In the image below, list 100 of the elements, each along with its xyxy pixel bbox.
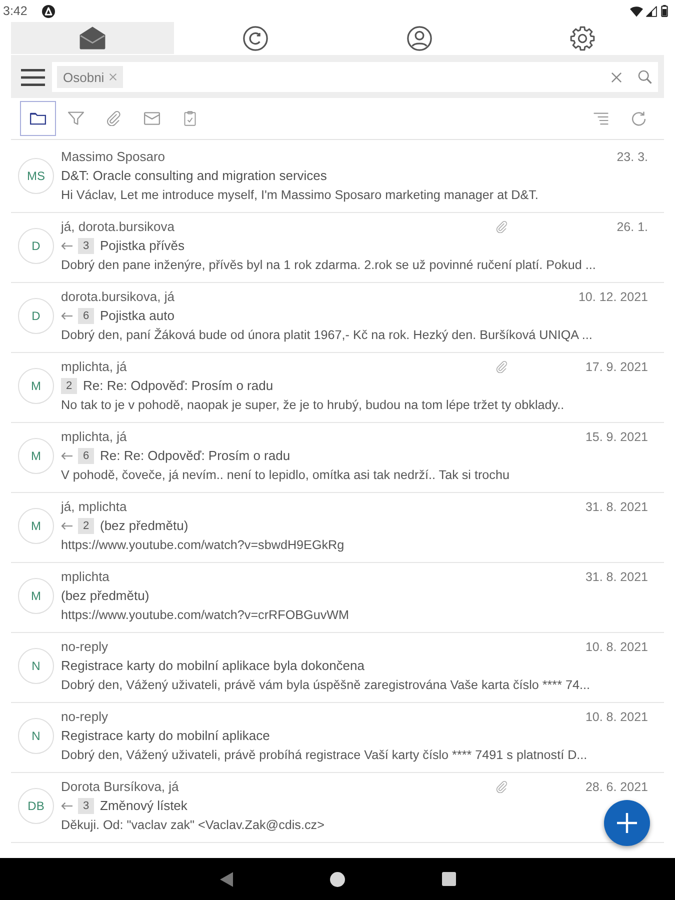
folder-icon [30,111,46,126]
status-time: 3:42 [3,4,28,18]
sender-avatar: N [18,648,54,684]
sender-avatar: MS [18,158,54,194]
message-subject: D&T: Oracle consulting and migration services [61,168,327,183]
sender-name: no-reply [61,709,108,724]
home-button[interactable] [330,872,344,886]
settings-icon [570,26,595,50]
sender-name: já, dorota.bursikova [61,219,174,234]
paperclip-icon [106,111,122,126]
sender-avatar: N [18,718,54,754]
folder-button[interactable] [20,101,56,136]
menu-icon [21,68,45,86]
search-icon [638,70,652,84]
message-preview: Děkuji. Od: "vaclav zak" <Vaclav.Zak@cdis.cz> [61,818,324,832]
message-subject: (bez předmětu) [100,518,188,533]
sender-avatar: D [18,228,54,264]
sender-avatar: M [18,438,54,474]
message-subject: Re: Re: Odpověď: Prosím o radu [83,378,274,393]
message-preview: Dobrý den, Vážený uživateli, právě vám byla úspěšně zaregistrována Vaše karta číslo **** 74... [61,678,590,692]
message-preview: V pohodě, čoveče, já nevím.. není to lepidlo, omítka asi tak nedrží.. Tak si trochu [61,468,510,482]
message-row[interactable]: D dorota.bursikova, já 10. 12. 2021 6 Pojistka auto Dobrý den, paní Žáková bude od února platit 1967,- Kč na rok. Hezký den. Buršíková UNIQA ... [11,283,664,353]
thread-count: 2 [78,518,94,534]
thread-count: 6 [78,308,94,324]
search-field[interactable]: Osobni [52,62,658,92]
recents-icon [442,872,456,886]
sender-avatar: M [18,508,54,544]
clear-button[interactable] [611,72,622,82]
home-icon [330,872,344,886]
message-preview: Dobrý den, Vážený uživateli, právě probíhá registrace Vaší karty číslo **** 7491 s platností D... [61,748,588,762]
refresh-icon [631,111,647,126]
message-date: 10. 8. 2021 [585,640,648,654]
message-preview: Dobrý den, paní Žáková bude od února platit 1967,- Kč na rok. Hezký den. Buršíková UNIQA ... [61,328,592,342]
message-date: 17. 9. 2021 [585,360,648,374]
signal-icon [646,6,657,16]
message-row[interactable]: M já, mplichta 31. 8. 2021 2 (bez předmětu) https://www.youtube.com/watch?v=sbwdH9EGkRg [11,493,664,563]
filter-chip[interactable]: Osobni [57,66,124,88]
envelope-icon [144,111,160,126]
sender-name: mplichta, já [61,359,127,374]
message-date: 31. 8. 2021 [585,500,648,514]
sender-avatar: M [18,578,54,614]
user-circle-icon [406,26,432,50]
back-button[interactable] [220,872,232,886]
message-preview: No tak to je v pohodě, naopak je super, že je to hrubý, budou na tom lépe tržet ty obklady.. [61,398,564,412]
message-row[interactable]: MS Massimo Sposaro 23. 3. D&T: Oracle consulting and migration services Hi Václav, Let me introduce myself, I'm Massimo Sposaro marketing manager at D&T. [11,143,664,213]
message-preview: https://www.youtube.com/watch?v=crRFOBGuvWM [61,608,349,622]
thread-count: 2 [61,378,77,394]
message-date: 15. 9. 2021 [585,430,648,444]
message-row[interactable]: N no-reply 10. 8. 2021 Registrace karty do mobilní aplikace byla dokončena Dobrý den, Vážený uživateli, právě vám byla úspěšně zaregistrována Vaše karta číslo **** 74... [11,633,664,703]
message-subject: Registrace karty do mobilní aplikace [61,728,270,743]
message-date: 23. 3. [616,150,648,164]
message-row[interactable]: M mplichta 31. 8. 2021 (bez předmětu) https://www.youtube.com/watch?v=crRFOBGuvWM [11,563,664,633]
close-icon [611,72,622,82]
filter-icon [68,111,84,126]
sort-icon [593,111,609,126]
message-preview: Dobrý den pane inženýre, přívěs byl na 1 rok zdarma. 2.rok se už povinné ručení platí. Pokud ... [61,258,596,272]
wifi-icon [630,6,643,16]
thread-count: 3 [78,238,94,254]
recents-button[interactable] [442,872,456,886]
message-row[interactable]: D já, dorota.bursikova 26. 1. 3 Pojistka přívěs Dobrý den pane inženýre, přívěs byl na 1 rok zdarma. 2.rok se už povinné ručení platí. Pokud ... [11,213,664,283]
sender-name: mplichta, já [61,429,127,444]
sender-avatar: DB [18,788,54,824]
back-icon [220,872,232,886]
message-date: 26. 1. [616,220,648,234]
thread-count: 3 [78,798,94,814]
message-preview: Hi Václav, Let me introduce myself, I'm Massimo Sposaro marketing manager at D&T. [61,188,538,202]
close-icon[interactable] [109,73,118,81]
thread-count: 6 [78,448,94,464]
sender-avatar: D [18,298,54,334]
message-date: 10. 12. 2021 [578,290,648,304]
sender-name: mplichta [61,569,110,584]
message-date: 31. 8. 2021 [585,570,648,584]
sender-name: no-reply [61,639,108,654]
message-row[interactable]: M mplichta, já 17. 9. 2021 2 Re: Re: Odpověď: Prosím o radu No tak to je v pohodě, naopak je super, že je to hrubý, budou na tom lépe tržet ty obklady.. [11,353,664,423]
message-subject: Registrace karty do mobilní aplikace byla dokončena [61,658,365,673]
search-button[interactable] [638,70,652,84]
battery-icon [661,5,668,17]
compose-button[interactable] [604,800,650,846]
message-date: 28. 6. 2021 [585,780,648,794]
sender-name: Dorota Bursíkova, já [61,779,179,794]
plus-icon [617,813,637,833]
message-subject: Re: Re: Odpověď: Prosím o radu [100,448,290,463]
open-envelope-icon [79,26,106,50]
copyright-icon [243,26,268,50]
message-subject: (bez předmětu) [61,588,150,603]
message-row[interactable]: N no-reply 10. 8. 2021 Registrace karty do mobilní aplikace Dobrý den, Vážený uživateli, právě probíhá registrace Vaší karty číslo **** 7491 s platností D... [11,703,664,773]
sender-avatar: M [18,368,54,404]
message-subject: Pojistka auto [100,308,174,323]
notification-icon [42,4,56,18]
sender-name: já, mplichta [61,499,127,514]
sender-name: dorota.bursikova, já [61,289,174,304]
message-date: 10. 8. 2021 [585,710,648,724]
message-row[interactable]: M mplichta, já 15. 9. 2021 6 Re: Re: Odpověď: Prosím o radu V pohodě, čoveče, já nevím.. není to lepidlo, omítka asi tak nedrží.. Tak si trochu [11,423,664,493]
sender-name: Massimo Sposaro [61,149,166,164]
message-preview: https://www.youtube.com/watch?v=sbwdH9EGkRg [61,538,344,552]
message-subject: Změnový lístek [100,798,188,813]
message-subject: Pojistka přívěs [100,238,185,253]
menu-button[interactable] [21,68,45,86]
nav-tab[interactable] [11,22,174,54]
clipboard-icon [182,111,198,126]
